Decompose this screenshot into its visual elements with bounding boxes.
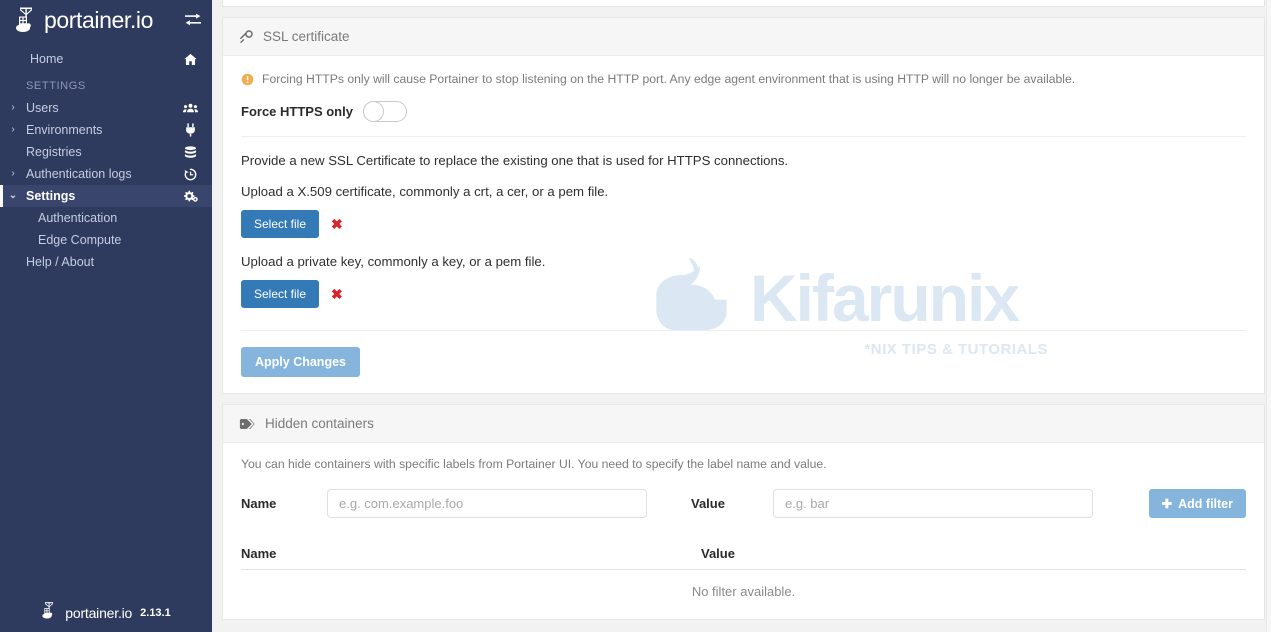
hidden-containers-title: Hidden containers: [265, 416, 374, 431]
certificate-file-row: Select file ✖: [241, 210, 1246, 238]
filters-empty-text: No filter available.: [691, 584, 796, 599]
portainer-app: portainer.io Home SETTINGS › Users › Env…: [0, 0, 1271, 632]
expand-collapse-icon[interactable]: [185, 13, 202, 27]
main-content: SSL certificate Forcing HTTPs only will …: [212, 0, 1271, 632]
filters-table-head: Name Value: [241, 540, 1246, 570]
chevron-right-icon: ›: [11, 102, 15, 113]
history-icon: [180, 168, 200, 181]
sidebar-subitem-label-edge-compute: Edge Compute: [38, 233, 122, 247]
sidebar-brand[interactable]: portainer.io: [0, 0, 212, 40]
key-icon: [239, 29, 253, 44]
force-https-toggle[interactable]: [362, 101, 407, 122]
sidebar-item-label-home: Home: [30, 52, 64, 66]
filters-table-header-row: Name Value: [241, 540, 1246, 570]
sidebar-item-settings[interactable]: ⌄ Settings: [0, 185, 212, 207]
plus-icon: ✚: [1161, 497, 1173, 511]
filter-name-label: Name: [241, 496, 277, 511]
exclamation-circle-icon: [241, 73, 254, 89]
sidebar-item-label-settings: Settings: [26, 189, 76, 203]
https-warning-text: Forcing HTTPs only will cause Portainer …: [262, 72, 1076, 86]
home-icon: [180, 53, 200, 66]
footer-brand-label: portainer.io: [65, 605, 133, 621]
sidebar-subitem-edge-compute[interactable]: Edge Compute: [0, 229, 212, 251]
ssl-panel-body: Forcing HTTPs only will cause Portainer …: [223, 56, 1264, 393]
panel-above-cutoff: [222, 0, 1265, 7]
footer-version-label: 2.13.1: [140, 607, 171, 619]
filter-value-input[interactable]: [773, 489, 1093, 518]
users-icon: [180, 102, 200, 114]
add-filter-label: Add filter: [1178, 496, 1233, 511]
ssl-certificate-panel: SSL certificate Forcing HTTPs only will …: [222, 17, 1265, 394]
sidebar-subitem-authentication[interactable]: Authentication: [0, 207, 212, 229]
chevron-right-icon: ›: [11, 124, 15, 135]
ssl-panel-header: SSL certificate: [223, 18, 1264, 56]
filter-input-row: Name Value ✚ Add filter: [241, 489, 1246, 518]
upload-private-key-text: Upload a private key, commonly a key, or…: [241, 254, 546, 269]
sidebar-footer: portainer.io 2.13.1: [0, 601, 212, 625]
sidebar-item-label-help-about: Help / About: [26, 255, 95, 269]
portainer-crane-icon: [41, 601, 57, 625]
filter-name-input[interactable]: [327, 489, 647, 518]
filters-column-value[interactable]: Value: [701, 540, 1246, 570]
filters-table: Name Value No filter available.: [241, 540, 1246, 603]
sidebar-item-help-about[interactable]: Help / About: [0, 251, 212, 273]
chevron-down-icon: ⌄: [8, 190, 18, 201]
sidebar-item-label-users: Users: [26, 101, 59, 115]
database-icon: [180, 145, 200, 159]
hidden-containers-body: You can hide containers with specific la…: [223, 443, 1264, 619]
hidden-containers-panel: Hidden containers You can hide container…: [222, 404, 1265, 620]
https-warning: Forcing HTTPs only will cause Portainer …: [241, 70, 1246, 89]
sidebar-item-environments[interactable]: › Environments: [0, 119, 212, 141]
brand-label: portainer.io: [44, 6, 153, 33]
plug-icon: [180, 123, 200, 137]
toggle-knob: [362, 101, 384, 122]
sidebar-subitem-label-authentication: Authentication: [38, 211, 118, 225]
filters-table-body: No filter available.: [241, 570, 1246, 604]
private-key-file-row: Select file ✖: [241, 280, 1246, 308]
sidebar-item-label-registries: Registries: [26, 145, 82, 159]
chevron-right-icon: ›: [11, 168, 15, 179]
ssl-panel-title: SSL certificate: [263, 29, 350, 44]
hidden-containers-description: You can hide containers with specific la…: [241, 457, 827, 471]
sidebar: portainer.io Home SETTINGS › Users › Env…: [0, 0, 212, 632]
clear-certificate-x-mark-icon[interactable]: ✖: [331, 217, 343, 231]
sidebar-item-label-environments: Environments: [26, 123, 103, 137]
sidebar-item-label-authentication-logs: Authentication logs: [26, 167, 132, 181]
select-certificate-file-button[interactable]: Select file: [241, 210, 320, 238]
add-filter-button[interactable]: ✚ Add filter: [1148, 489, 1246, 518]
page-scrollbar[interactable]: [1266, 0, 1271, 632]
apply-changes-button[interactable]: Apply Changes: [241, 347, 360, 377]
tag-icon: [239, 417, 255, 431]
sidebar-item-registries[interactable]: Registries: [0, 141, 212, 163]
upload-certificate-text: Upload a X.509 certificate, commonly a c…: [241, 184, 609, 199]
provide-certificate-text: Provide a new SSL Certificate to replace…: [241, 153, 789, 168]
gears-icon: [180, 190, 200, 203]
clear-private-key-x-mark-icon[interactable]: ✖: [331, 287, 343, 301]
portainer-crane-icon: [14, 6, 38, 34]
filters-column-name[interactable]: Name: [241, 540, 701, 570]
sidebar-item-authentication-logs[interactable]: › Authentication logs: [0, 163, 212, 185]
force-https-label: Force HTTPS only: [241, 104, 353, 119]
sidebar-item-home[interactable]: Home: [0, 46, 212, 72]
filters-empty-row: No filter available.: [241, 570, 1246, 604]
sidebar-item-users[interactable]: › Users: [0, 97, 212, 119]
hidden-containers-header: Hidden containers: [223, 405, 1264, 443]
force-https-row: Force HTTPS only: [241, 101, 1246, 137]
ssl-divider: [241, 330, 1246, 331]
select-private-key-file-button[interactable]: Select file: [241, 280, 320, 308]
filter-value-label: Value: [691, 496, 725, 511]
sidebar-nav: Home SETTINGS › Users › Environments Reg…: [0, 46, 212, 273]
sidebar-section-settings: SETTINGS: [26, 80, 86, 92]
